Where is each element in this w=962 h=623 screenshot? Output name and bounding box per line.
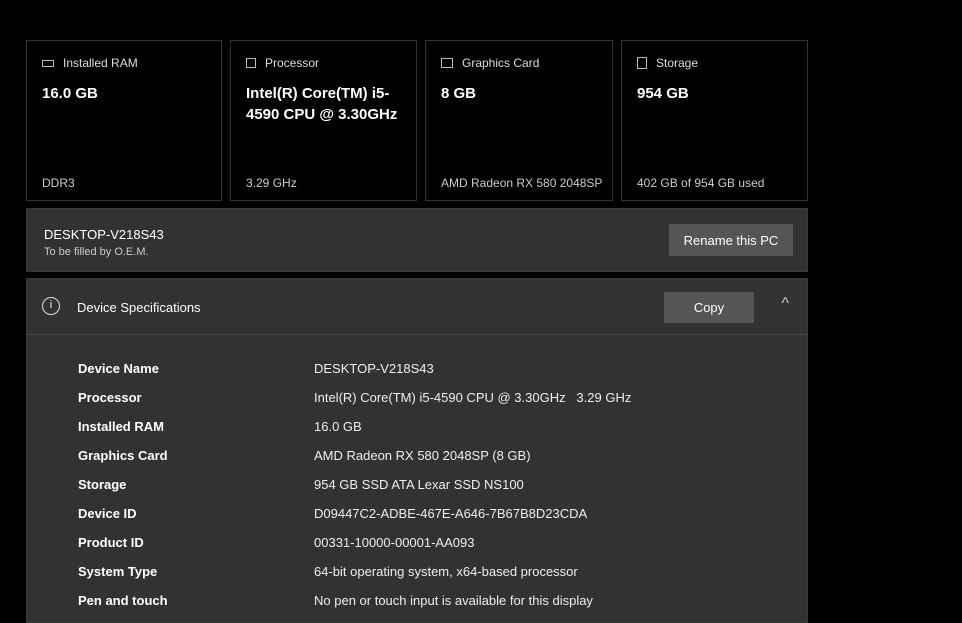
cpu-icon [246, 58, 256, 68]
card-value: 8 GB [441, 85, 477, 102]
card-label: Storage [656, 56, 699, 70]
spec-value: No pen or touch input is available for t… [314, 593, 593, 608]
spec-key: Graphics Card [78, 448, 168, 463]
pc-name: DESKTOP-V218S43 [44, 227, 164, 242]
gpu-icon [441, 58, 453, 68]
device-specifications-panel: i Device Specifications Copy ^ Device Na… [26, 278, 808, 623]
card-sub: DDR3 [42, 176, 75, 190]
spec-value: 954 GB SSD ATA Lexar SSD NS100 [314, 477, 524, 492]
memory-icon [42, 59, 54, 67]
card-value: 16.0 GB [42, 85, 98, 102]
card-sub: AMD Radeon RX 580 2048SP [441, 176, 603, 190]
card-processor: Processor Intel(R) Core(TM) i5-4590 CPU … [230, 40, 417, 201]
spec-value: 00331-10000-00001-AA093 [314, 535, 475, 550]
card-storage: Storage 954 GB 402 GB of 954 GB used [621, 40, 808, 201]
spec-key: Processor [78, 390, 142, 405]
spec-key: Storage [78, 477, 127, 492]
spec-value: DESKTOP-V218S43 [314, 361, 434, 376]
specs-header[interactable]: i Device Specifications Copy ^ [27, 279, 807, 335]
spec-key: System Type [78, 564, 158, 579]
spec-value: AMD Radeon RX 580 2048SP (8 GB) [314, 448, 531, 463]
card-sub: 3.29 GHz [246, 176, 297, 190]
card-sub: 402 GB of 954 GB used [637, 176, 765, 190]
card-label: Graphics Card [462, 56, 540, 70]
spec-value: Intel(R) Core(TM) i5-4590 CPU @ 3.30GHz … [314, 390, 632, 405]
card-graphics: Graphics Card 8 GB AMD Radeon RX 580 204… [425, 40, 613, 201]
spec-key: Product ID [78, 535, 144, 550]
copy-button[interactable]: Copy [664, 292, 754, 323]
spec-value: 64-bit operating system, x64-based proce… [314, 564, 578, 579]
spec-key: Pen and touch [78, 593, 168, 608]
pc-name-panel: DESKTOP-V218S43 To be filled by O.E.M. R… [26, 208, 808, 272]
chevron-up-icon[interactable]: ^ [781, 295, 789, 313]
card-label: Processor [265, 56, 320, 70]
card-label: Installed RAM [63, 56, 138, 70]
pc-oem: To be filled by O.E.M. [44, 246, 149, 258]
card-value: 954 GB [637, 85, 689, 102]
spec-value: 16.0 GB [314, 419, 362, 434]
specs-title: Device Specifications [77, 300, 201, 315]
storage-icon [637, 57, 647, 69]
info-icon: i [42, 297, 60, 315]
spec-value: D09447C2-ADBE-467E-A646-7B67B8D23CDA [314, 506, 588, 521]
card-value: Intel(R) Core(TM) i5-4590 CPU @ 3.30GHz [246, 85, 398, 123]
spec-key: Device ID [78, 506, 137, 521]
spec-key: Device Name [78, 361, 159, 376]
spec-key: Installed RAM [78, 419, 164, 434]
card-installed-ram: Installed RAM 16.0 GB DDR3 [26, 40, 222, 201]
rename-pc-button[interactable]: Rename this PC [669, 224, 793, 256]
